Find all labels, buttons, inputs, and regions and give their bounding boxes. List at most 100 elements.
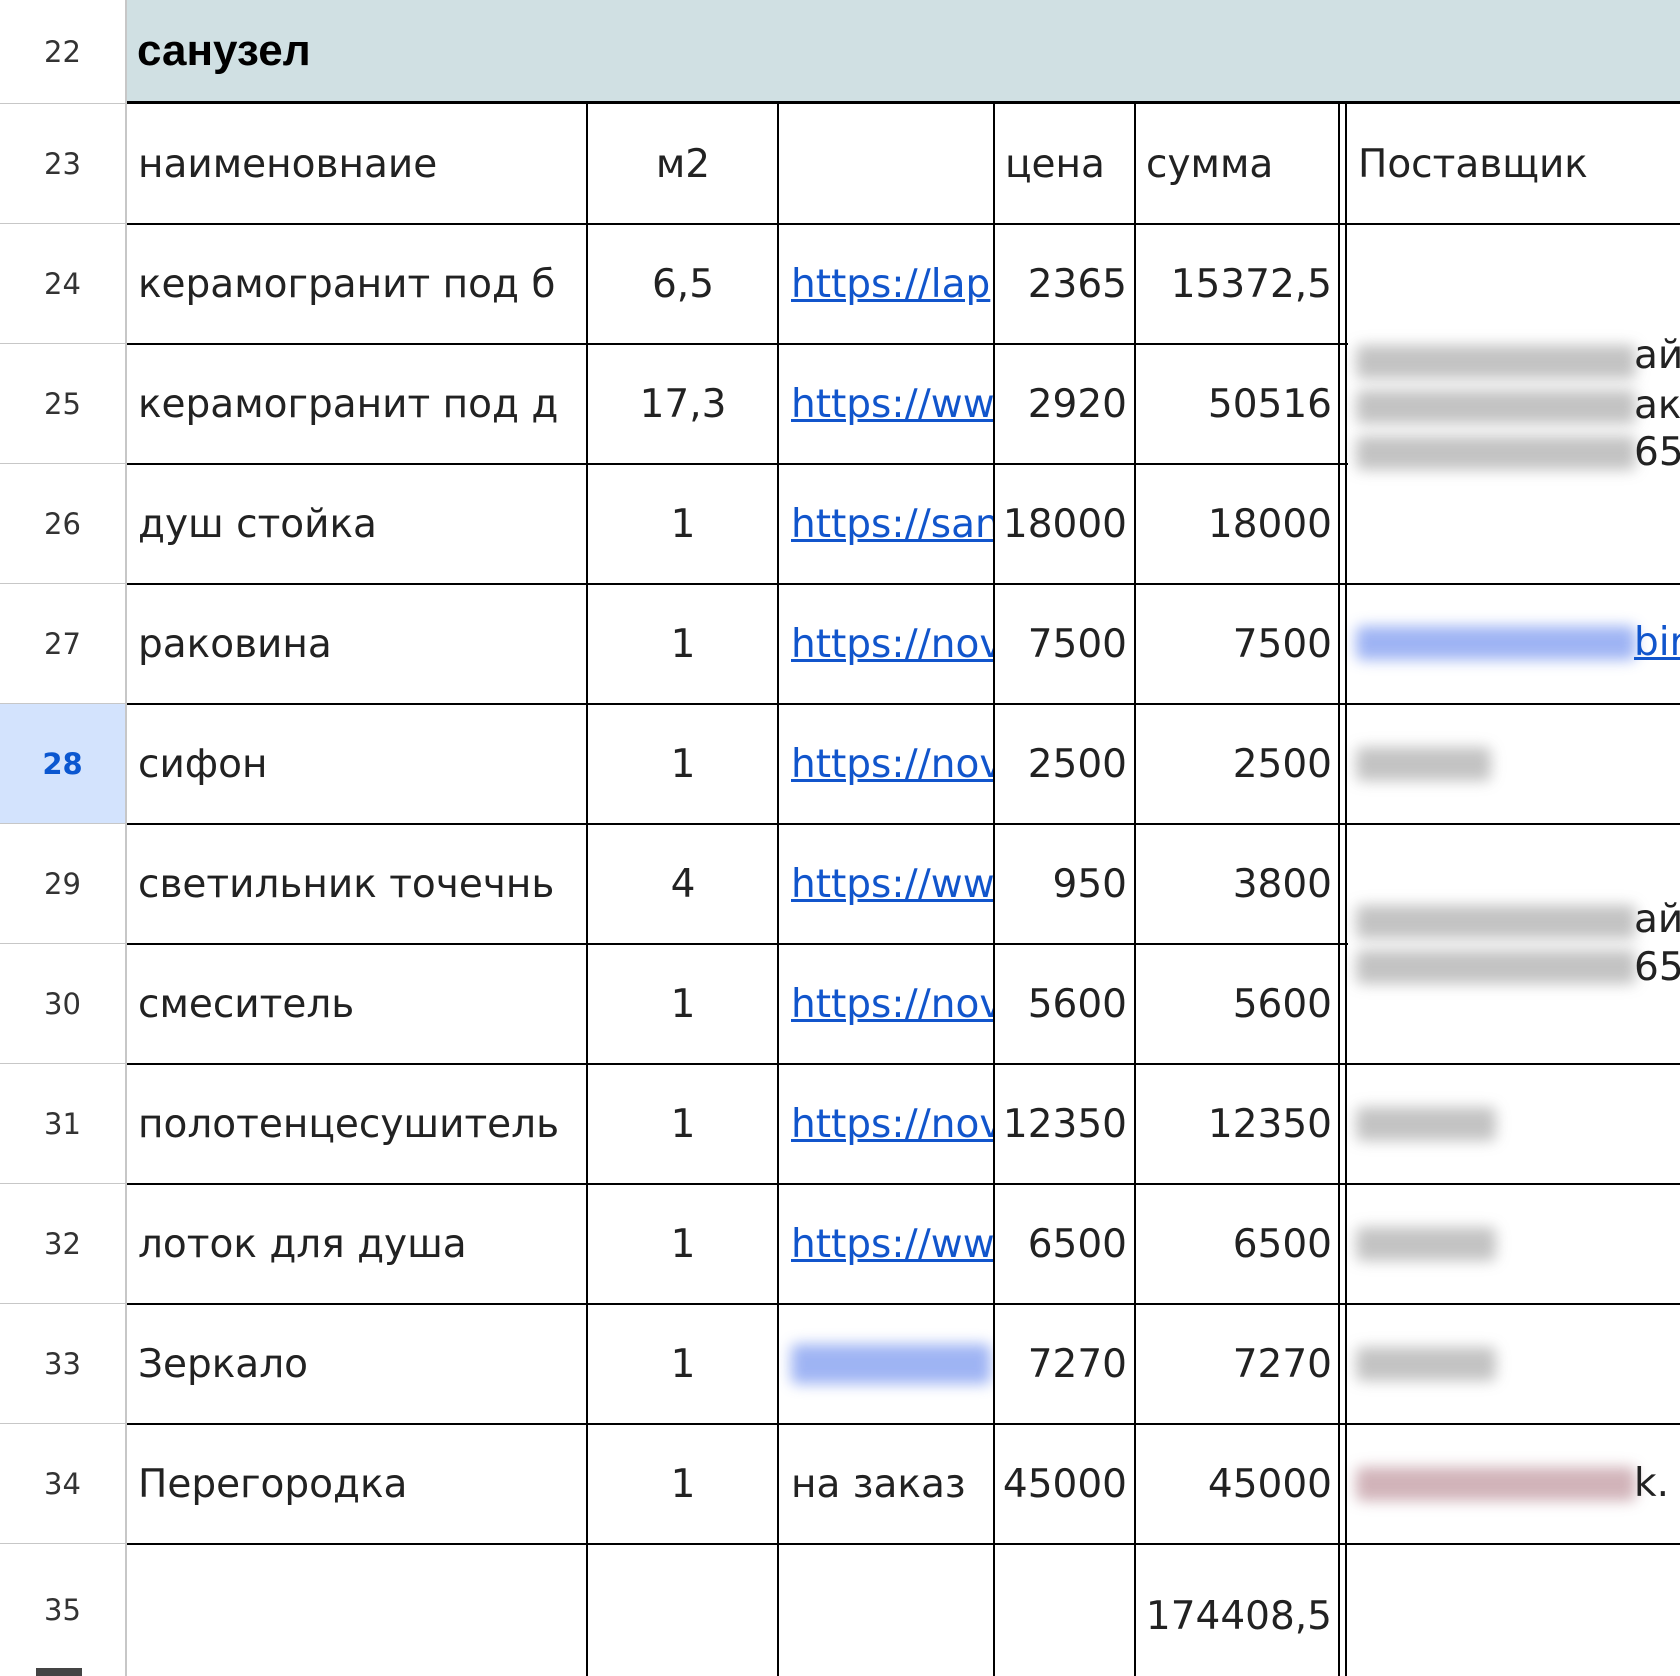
- row-number-34[interactable]: 34: [0, 1424, 125, 1544]
- header-link-cell[interactable]: [779, 104, 993, 224]
- item-price-cell[interactable]: 12350: [995, 1064, 1135, 1184]
- item-qty-cell[interactable]: 1: [588, 1424, 778, 1544]
- item-name-cell[interactable]: светильник точечнь: [127, 824, 587, 944]
- item-sum-cell[interactable]: 7270: [1136, 1304, 1340, 1424]
- row-number-26[interactable]: 26: [0, 464, 125, 584]
- item-name-cell[interactable]: душ стойка: [127, 464, 587, 584]
- item-sum-cell[interactable]: 2500: [1136, 704, 1340, 824]
- item-link-cell[interactable]: https://ww: [779, 1184, 993, 1304]
- item-name-cell[interactable]: Зеркало: [127, 1304, 587, 1424]
- header-price-cell[interactable]: цена: [995, 104, 1135, 224]
- item-link-cell[interactable]: https://ww: [779, 824, 993, 944]
- item-price-cell[interactable]: 2500: [995, 704, 1135, 824]
- resize-handle[interactable]: [36, 1668, 82, 1676]
- item-qty-cell[interactable]: 6,5: [588, 224, 778, 344]
- item-link[interactable]: https://nov: [791, 982, 993, 1027]
- item-name-cell[interactable]: керамогранит под б: [127, 224, 587, 344]
- header-supplier-cell[interactable]: Поставщик: [1348, 104, 1680, 224]
- item-link[interactable]: https://lap: [791, 262, 990, 307]
- item-name-cell[interactable]: лоток для душа: [127, 1184, 587, 1304]
- row-divider: [127, 1303, 1680, 1305]
- item-price-cell[interactable]: 6500: [995, 1184, 1135, 1304]
- item-price-cell[interactable]: 18000: [995, 464, 1135, 584]
- row-number-25[interactable]: 25: [0, 344, 125, 464]
- item-link[interactable]: https://nov: [791, 742, 993, 787]
- row-divider: [127, 823, 1680, 825]
- item-link-cell[interactable]: на заказ: [779, 1424, 993, 1544]
- item-name-cell[interactable]: раковина: [127, 584, 587, 704]
- item-sum-cell[interactable]: 12350: [1136, 1064, 1340, 1184]
- column-divider: [586, 104, 588, 1676]
- item-name-cell[interactable]: смеситель: [127, 944, 587, 1064]
- row-number-35[interactable]: 35: [0, 1544, 125, 1676]
- item-name-cell[interactable]: сифон: [127, 704, 587, 824]
- row-number-22[interactable]: 22: [0, 0, 125, 104]
- item-sum-cell[interactable]: 6500: [1136, 1184, 1340, 1304]
- item-link[interactable]: https://nov: [791, 622, 993, 667]
- item-link-cell[interactable]: https://lap: [779, 224, 993, 344]
- item-qty-cell[interactable]: 1: [588, 944, 778, 1064]
- row-number-33[interactable]: 33: [0, 1304, 125, 1424]
- item-qty-cell[interactable]: 1: [588, 1304, 778, 1424]
- item-qty-cell[interactable]: 1: [588, 1064, 778, 1184]
- item-price-cell[interactable]: 7500: [995, 584, 1135, 704]
- item-link-cell[interactable]: https://nov: [779, 1064, 993, 1184]
- row-divider: [127, 1063, 1680, 1065]
- redacted-supplier-text: [1356, 950, 1636, 984]
- item-price-cell[interactable]: 7270: [995, 1304, 1135, 1424]
- item-link-cell[interactable]: https://san: [779, 464, 993, 584]
- row-divider: [127, 1183, 1680, 1185]
- redacted-supplier-text: [1356, 436, 1636, 470]
- item-qty-cell[interactable]: 17,3: [588, 344, 778, 464]
- item-price-cell[interactable]: 2365: [995, 224, 1135, 344]
- item-price-cell[interactable]: 2920: [995, 344, 1135, 464]
- item-link-cell[interactable]: https://ww: [779, 344, 993, 464]
- total-sum-cell[interactable]: 174408,5: [1136, 1556, 1340, 1676]
- item-link-cell[interactable]: https://nov: [779, 704, 993, 824]
- item-price-cell[interactable]: 950: [995, 824, 1135, 944]
- item-sum-cell[interactable]: 3800: [1136, 824, 1340, 944]
- row-number-24[interactable]: 24: [0, 224, 125, 344]
- supplier-link-fragment[interactable]: bir: [1634, 620, 1680, 665]
- item-qty-cell[interactable]: 4: [588, 824, 778, 944]
- item-name-cell[interactable]: керамогранит под д: [127, 344, 587, 464]
- item-link[interactable]: https://ww: [791, 382, 993, 427]
- item-sum-cell[interactable]: 45000: [1136, 1424, 1340, 1544]
- item-link[interactable]: https://ww: [791, 1222, 993, 1267]
- item-qty-cell[interactable]: 1: [588, 464, 778, 584]
- item-sum-cell[interactable]: 50516: [1136, 344, 1340, 464]
- row-number-29[interactable]: 29: [0, 824, 125, 944]
- item-link-cell-redacted[interactable]: [779, 1304, 993, 1424]
- item-link-cell[interactable]: https://nov: [779, 944, 993, 1064]
- row-number-31[interactable]: 31: [0, 1064, 125, 1184]
- item-qty-cell[interactable]: 1: [588, 1184, 778, 1304]
- row-divider: [127, 1543, 1680, 1545]
- header-name-cell[interactable]: наименовнаие: [127, 104, 587, 224]
- item-price-cell[interactable]: 45000: [995, 1424, 1135, 1544]
- row-number-32[interactable]: 32: [0, 1184, 125, 1304]
- item-link[interactable]: https://nov: [791, 1102, 993, 1147]
- row-divider: [127, 583, 1680, 585]
- item-price-cell[interactable]: 5600: [995, 944, 1135, 1064]
- row-number-27[interactable]: 27: [0, 584, 125, 704]
- item-name-cell[interactable]: полотенцесушитель: [127, 1064, 587, 1184]
- item-sum-cell[interactable]: 5600: [1136, 944, 1340, 1064]
- item-link-cell[interactable]: https://nov: [779, 584, 993, 704]
- item-sum-cell[interactable]: 15372,5: [1136, 224, 1340, 344]
- item-link[interactable]: https://ww: [791, 862, 993, 907]
- item-link[interactable]: https://san: [791, 502, 993, 547]
- item-name-cell[interactable]: Перегородка: [127, 1424, 587, 1544]
- item-sum-cell[interactable]: 7500: [1136, 584, 1340, 704]
- header-sum-cell[interactable]: сумма: [1136, 104, 1340, 224]
- item-sum-cell[interactable]: 18000: [1136, 464, 1340, 584]
- row-number-23[interactable]: 23: [0, 104, 125, 224]
- item-qty-cell[interactable]: 1: [588, 704, 778, 824]
- spreadsheet: 22 23 24 25 26 27 28 29 30 31 32 33 34 3…: [0, 0, 1680, 1676]
- row-number-30[interactable]: 30: [0, 944, 125, 1064]
- redacted-supplier-text: [1356, 1107, 1496, 1141]
- redacted-supplier-text: [1356, 1347, 1496, 1381]
- section-title-cell[interactable]: санузел: [127, 0, 1680, 104]
- item-qty-cell[interactable]: 1: [588, 584, 778, 704]
- header-qty-cell[interactable]: м2: [588, 104, 778, 224]
- row-number-28-selected[interactable]: 28: [0, 704, 125, 824]
